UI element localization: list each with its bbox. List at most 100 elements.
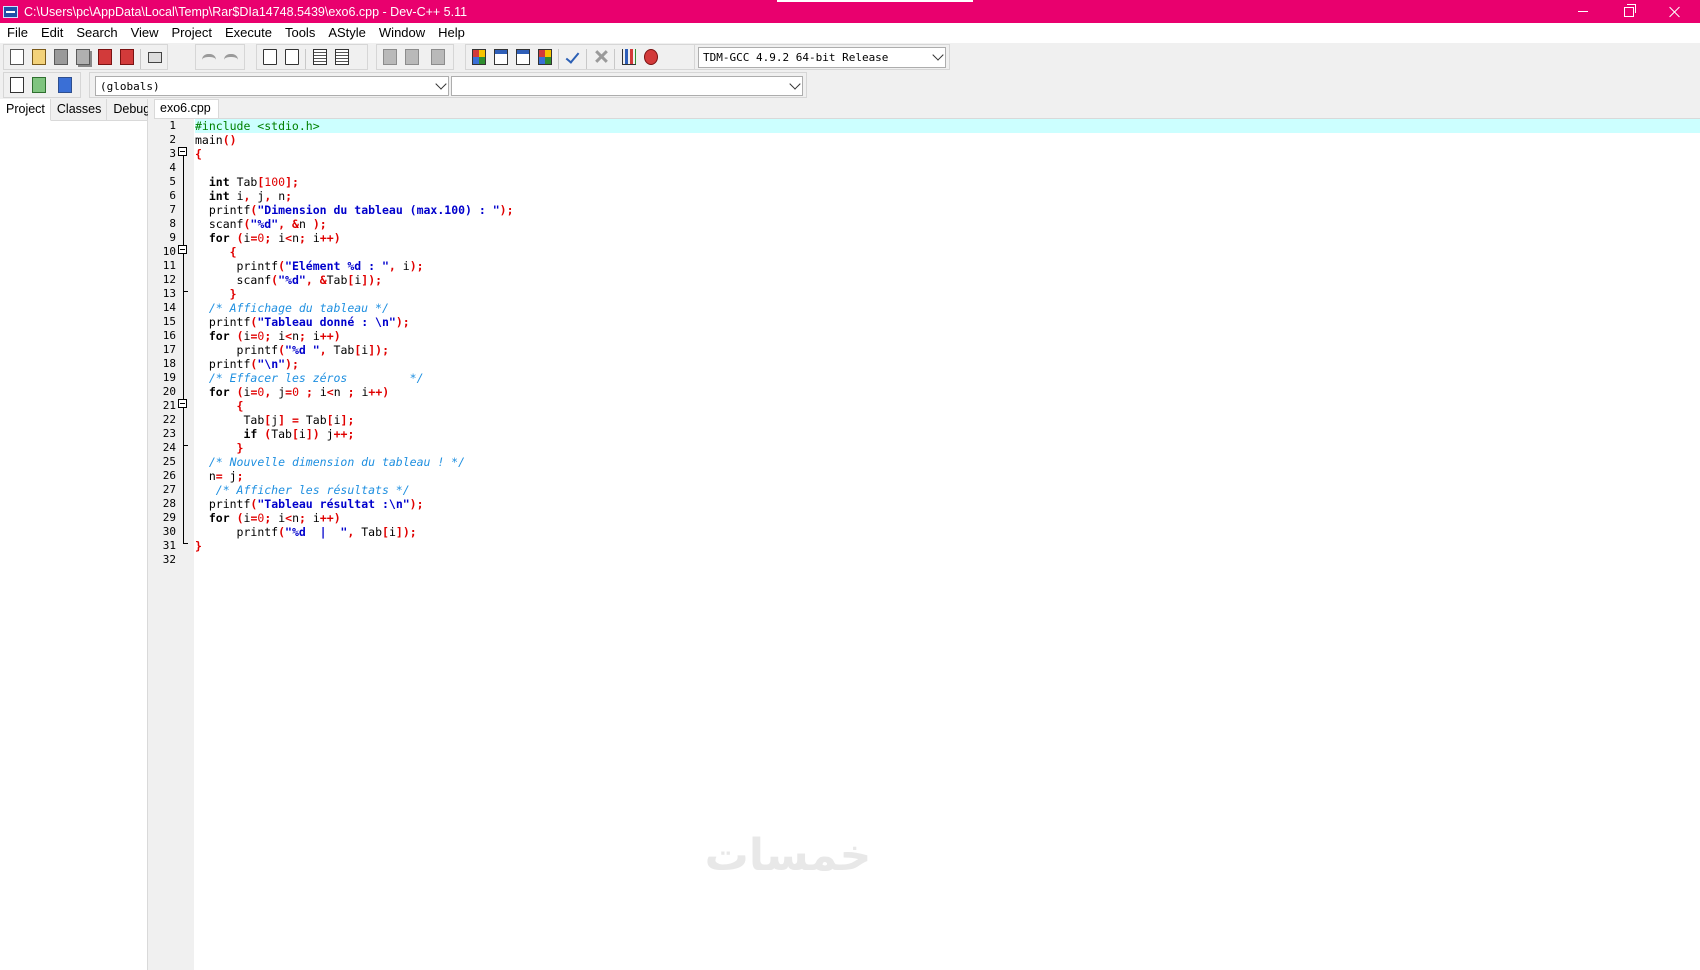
undo-button[interactable] [200,48,218,66]
tab-exo6-cpp[interactable]: exo6.cpp [154,99,219,118]
code-line[interactable]: main() [195,133,1700,147]
menu-tools[interactable]: Tools [278,23,321,43]
member-select[interactable] [451,76,803,96]
code-line[interactable]: printf("Tableau donné : \n"); [195,315,1700,329]
open-button[interactable] [30,48,48,66]
code-line[interactable] [195,161,1700,175]
code-line[interactable]: { [195,245,1700,259]
code-line[interactable]: } [195,539,1700,553]
compile-run-icon [516,49,530,65]
debug-button[interactable] [642,48,660,66]
title-bar: C:\Users\pc\AppData\Local\Temp\Rar$DIa14… [0,0,1700,23]
close-all-button[interactable] [118,48,136,66]
menu-view[interactable]: View [124,23,165,43]
line-number: 5 [169,175,176,188]
indent-button[interactable] [311,48,329,66]
compiler-select[interactable]: TDM-GCC 4.9.2 64-bit Release [698,47,946,68]
code-line[interactable] [195,553,1700,567]
menu-help[interactable]: Help [431,23,471,43]
close-file-button[interactable] [96,48,114,66]
minimize-button[interactable] [1560,0,1606,23]
replace-button[interactable] [283,48,301,66]
line-number: 6 [169,189,176,202]
scope-select[interactable]: (globals) [95,76,449,96]
menu-edit[interactable]: Edit [34,23,69,43]
menu-execute[interactable]: Execute [218,23,278,43]
code-line[interactable]: /* Afficher les résultats */ [195,483,1700,497]
save-all-button[interactable] [74,48,92,66]
code-line[interactable]: if (Tab[i]) j++; [195,427,1700,441]
code-line[interactable]: printf("Elément %d : ", i); [195,259,1700,273]
add-to-project-button[interactable] [30,76,48,94]
fold-toggle-icon[interactable] [178,399,187,408]
print-button[interactable] [146,48,164,66]
line-number: 3 [169,147,176,160]
code-line[interactable]: printf("Tableau résultat :\n"); [195,497,1700,511]
code-line[interactable]: /* Nouvelle dimension du tableau ! */ [195,455,1700,469]
redo-button[interactable] [222,48,240,66]
run-button[interactable] [492,48,510,66]
code-line[interactable]: /* Affichage du tableau */ [195,301,1700,315]
code-line[interactable]: scanf("%d", &Tab[i]); [195,273,1700,287]
save-button[interactable] [52,48,70,66]
compile-run-button[interactable] [514,48,532,66]
devcpp-app-icon[interactable] [3,5,18,18]
line-number: 7 [169,203,176,216]
code-line[interactable]: printf("Dimension du tableau (max.100) :… [195,203,1700,217]
code-line[interactable]: printf("%d | ", Tab[i]); [195,525,1700,539]
code-line[interactable]: for (i=0; i<n; i++) [195,329,1700,343]
fold-toggle-icon[interactable] [178,245,187,254]
remove-from-project-button[interactable] [56,76,74,94]
line-number: 8 [169,217,176,230]
stop-button[interactable] [592,48,610,66]
chevron-down-icon [435,78,447,90]
code-line[interactable]: int Tab[100]; [195,175,1700,189]
menu-window[interactable]: Window [372,23,431,43]
close-window-button[interactable] [1652,0,1698,23]
code-line[interactable]: for (i=0, j=0 ; i<n ; i++) [195,385,1700,399]
menu-astyle[interactable]: AStyle [321,23,372,43]
toolbar-separator [586,49,587,69]
code-line[interactable]: /* Effacer les zéros */ [195,371,1700,385]
goto-back-button[interactable] [381,48,399,66]
code-line[interactable]: printf("\n"); [195,357,1700,371]
code-line[interactable]: } [195,287,1700,301]
code-line[interactable]: for (i=0; i<n; i++) [195,511,1700,525]
profile-button[interactable] [620,48,638,66]
fold-end [183,543,188,544]
code-line[interactable]: scanf("%d", &n ); [195,217,1700,231]
tab-project[interactable]: Project [0,99,51,121]
find-button[interactable] [261,48,279,66]
new-file-button[interactable] [8,48,26,66]
fold-toggle-icon[interactable] [178,147,187,156]
bookmark-button[interactable] [429,48,447,66]
restore-icon [1624,3,1636,17]
menu-file[interactable]: File [0,23,34,43]
syntax-check-button[interactable] [564,48,582,66]
fold-line [183,156,184,543]
restore-button[interactable] [1606,0,1652,23]
toolbar-separator [140,49,141,69]
code-editor[interactable]: 1 2 3 4 5 6 7 8 9 10 11 12 13 14 15 16 17 18 19 20 21 22 23 24 2… [154,119,1700,970]
menu-search[interactable]: Search [69,23,123,43]
code-line[interactable]: { [195,399,1700,413]
code-line[interactable]: int i, j, n; [195,189,1700,203]
unindent-button[interactable] [333,48,351,66]
code-line[interactable]: Tab[j] = Tab[i]; [195,413,1700,427]
code-line[interactable]: } [195,441,1700,455]
line-number: 12 [162,273,176,286]
code-line[interactable]: { [195,147,1700,161]
code-line[interactable]: #include <stdio.h> [195,119,1700,133]
run-icon [494,49,508,65]
rebuild-button[interactable] [536,48,554,66]
code-line[interactable]: printf("%d ", Tab[i]); [195,343,1700,357]
code-line[interactable]: n= j; [195,469,1700,483]
new-project-button[interactable] [8,76,26,94]
compile-toolbar [465,44,695,70]
code-line[interactable]: for (i=0; i<n; i++) [195,231,1700,245]
tab-classes[interactable]: Classes [51,99,108,120]
rebuild-icon [538,49,552,65]
compile-button[interactable] [470,48,488,66]
goto-forward-button[interactable] [403,48,421,66]
menu-project[interactable]: Project [165,23,218,43]
